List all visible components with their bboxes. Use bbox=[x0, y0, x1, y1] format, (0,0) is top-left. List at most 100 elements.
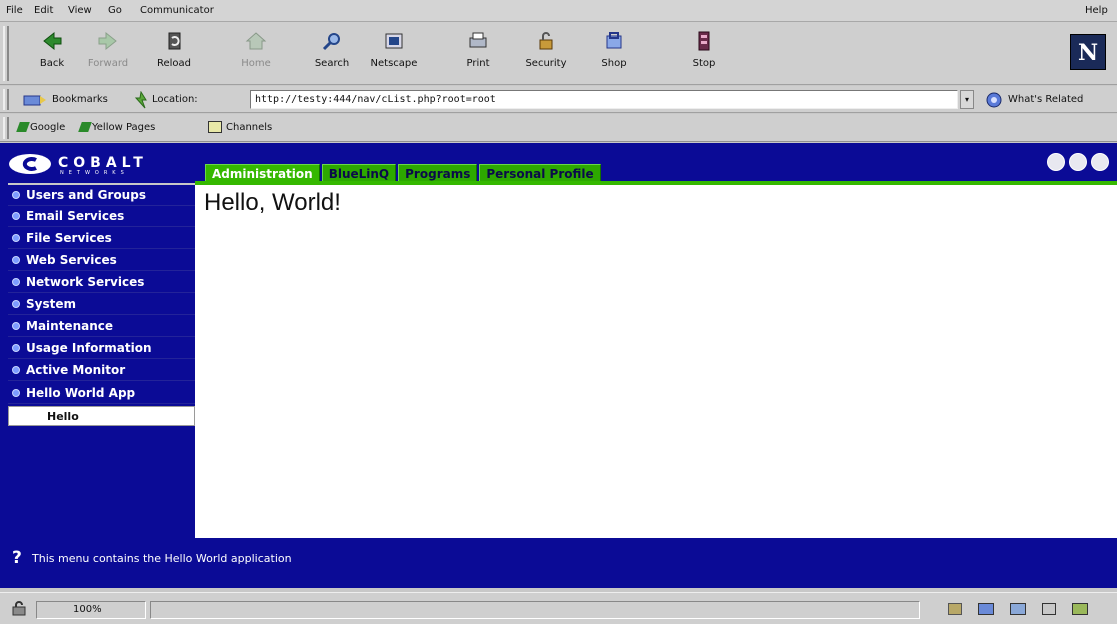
menu-file[interactable]: File bbox=[6, 5, 23, 16]
address-book-icon[interactable] bbox=[1072, 603, 1088, 615]
sidebar-item-label: Web Services bbox=[26, 253, 117, 267]
toolbar-grip[interactable] bbox=[3, 26, 9, 81]
security-button[interactable]: Security bbox=[522, 28, 570, 80]
sidebar-item-system[interactable]: System bbox=[8, 294, 195, 315]
menu-go[interactable]: Go bbox=[108, 5, 122, 16]
personal-google[interactable]: Google bbox=[30, 122, 65, 133]
print-icon bbox=[469, 32, 487, 48]
whats-related-icon[interactable] bbox=[982, 91, 1006, 109]
back-arrow-icon bbox=[43, 31, 62, 51]
navigator-icon[interactable] bbox=[948, 603, 962, 615]
menu-communicator[interactable]: Communicator bbox=[140, 5, 214, 16]
page-title: Hello, World! bbox=[204, 189, 341, 216]
location-bar: Bookmarks Location: http://testy:444/nav… bbox=[0, 86, 1117, 113]
bullet-icon bbox=[12, 322, 20, 330]
menu-help[interactable]: Help bbox=[1085, 5, 1108, 16]
sidebar-item-label: Users and Groups bbox=[26, 188, 146, 202]
sidebar-item-maintenance[interactable]: Maintenance bbox=[8, 316, 195, 337]
cobalt-logo-icon bbox=[9, 154, 51, 174]
left-edge bbox=[0, 143, 8, 588]
reload-button[interactable]: Reload bbox=[150, 28, 198, 80]
stop-label: Stop bbox=[692, 58, 716, 69]
url-input[interactable]: http://testy:444/nav/cList.php?root=root bbox=[250, 90, 958, 109]
whats-related-label[interactable]: What's Related bbox=[1008, 94, 1083, 105]
bookmark-icon[interactable] bbox=[22, 92, 48, 108]
personal-grip[interactable] bbox=[3, 117, 9, 139]
sidebar-subitem-hello[interactable]: Hello bbox=[8, 406, 195, 426]
save-icon[interactable] bbox=[1047, 153, 1065, 171]
sidebar-item-label: Usage Information bbox=[26, 341, 152, 355]
bookmark-link-icon bbox=[16, 122, 30, 132]
sidebar-item-file-services[interactable]: File Services bbox=[8, 228, 195, 249]
discussion-icon[interactable] bbox=[1010, 603, 1026, 615]
bullet-icon bbox=[12, 389, 20, 397]
bullet-icon bbox=[12, 191, 20, 199]
sidebar-item-email-services[interactable]: Email Services bbox=[8, 206, 195, 227]
url-dropdown[interactable]: ▾ bbox=[960, 90, 974, 109]
composer-icon[interactable] bbox=[1042, 603, 1056, 615]
search-button[interactable]: Search bbox=[308, 28, 356, 80]
sidebar-item-label: File Services bbox=[26, 231, 112, 245]
app-header: COBALT NETWORKS Administration BlueLinQ … bbox=[0, 143, 1117, 183]
logout-icon[interactable] bbox=[1091, 153, 1109, 171]
menu-edit[interactable]: Edit bbox=[34, 5, 53, 16]
cobalt-brand-sub: NETWORKS bbox=[60, 170, 129, 176]
location-grip[interactable] bbox=[3, 89, 9, 110]
shop-icon bbox=[606, 32, 622, 49]
bullet-icon bbox=[12, 300, 20, 308]
channels-icon bbox=[208, 121, 222, 133]
security-status-icon[interactable] bbox=[10, 601, 28, 617]
status-bar: 100% bbox=[0, 592, 1117, 624]
home-label: Home bbox=[241, 58, 271, 69]
sidebar-item-label: Network Services bbox=[26, 275, 145, 289]
location-label: Location: bbox=[152, 94, 198, 105]
navigation-toolbar: Back Forward Reload Home Search Netscape… bbox=[0, 22, 1117, 85]
lock-icon bbox=[539, 32, 553, 50]
sidebar-item-label: Hello World App bbox=[26, 386, 136, 400]
sidebar-item-users-and-groups[interactable]: Users and Groups bbox=[8, 185, 195, 206]
sidebar-item-label: Active Monitor bbox=[26, 363, 126, 377]
sidebar-item-network-services[interactable]: Network Services bbox=[8, 272, 195, 293]
cobalt-logo[interactable]: COBALT NETWORKS bbox=[8, 153, 194, 176]
bookmarks-label[interactable]: Bookmarks bbox=[52, 94, 108, 105]
shop-button[interactable]: Shop bbox=[590, 28, 638, 80]
home-icon bbox=[245, 32, 267, 50]
forward-label: Forward bbox=[87, 58, 129, 69]
zoom-level: 100% bbox=[73, 604, 102, 615]
print-button[interactable]: Print bbox=[454, 28, 502, 80]
sidebar: Users and Groups Email Services File Ser… bbox=[8, 185, 195, 538]
home-button[interactable]: Home bbox=[232, 28, 280, 80]
print-label: Print bbox=[466, 58, 490, 69]
menu-view[interactable]: View bbox=[68, 5, 92, 16]
search-label: Search bbox=[314, 58, 350, 69]
browser-window: File Edit View Go Communicator Help Back… bbox=[0, 0, 1117, 624]
sidebar-item-label: Maintenance bbox=[26, 319, 114, 333]
location-icon bbox=[134, 91, 147, 109]
main-content: Hello, World! bbox=[195, 185, 1117, 538]
personal-toolbar: Google Yellow Pages Channels bbox=[0, 114, 1117, 142]
sidebar-item-hello-world-app[interactable]: Hello World App bbox=[8, 383, 195, 404]
help-bar: ? This menu contains the Hello World app… bbox=[0, 538, 1117, 588]
help-icon[interactable] bbox=[1069, 153, 1087, 171]
back-label: Back bbox=[39, 58, 65, 69]
netscape-icon bbox=[385, 33, 403, 49]
sidebar-item-label: System bbox=[26, 297, 76, 311]
personal-yellow-pages[interactable]: Yellow Pages bbox=[92, 122, 155, 133]
bullet-icon bbox=[12, 366, 20, 374]
back-button[interactable]: Back bbox=[28, 28, 76, 80]
bullet-icon bbox=[12, 344, 20, 352]
stop-button[interactable]: Stop bbox=[680, 28, 728, 80]
bookmark-link-icon bbox=[78, 122, 92, 132]
netscape-logo[interactable]: N bbox=[1070, 34, 1106, 70]
shop-label: Shop bbox=[601, 58, 627, 69]
stop-icon bbox=[698, 31, 710, 51]
personal-channels[interactable]: Channels bbox=[226, 122, 272, 133]
mail-icon[interactable] bbox=[978, 603, 994, 615]
sidebar-item-usage-information[interactable]: Usage Information bbox=[8, 338, 195, 359]
forward-button[interactable]: Forward bbox=[84, 28, 132, 80]
sidebar-item-label: Email Services bbox=[26, 209, 125, 223]
security-label: Security bbox=[525, 58, 567, 69]
sidebar-item-web-services[interactable]: Web Services bbox=[8, 250, 195, 271]
netscape-button[interactable]: Netscape bbox=[370, 28, 418, 80]
sidebar-item-active-monitor[interactable]: Active Monitor bbox=[8, 360, 195, 381]
